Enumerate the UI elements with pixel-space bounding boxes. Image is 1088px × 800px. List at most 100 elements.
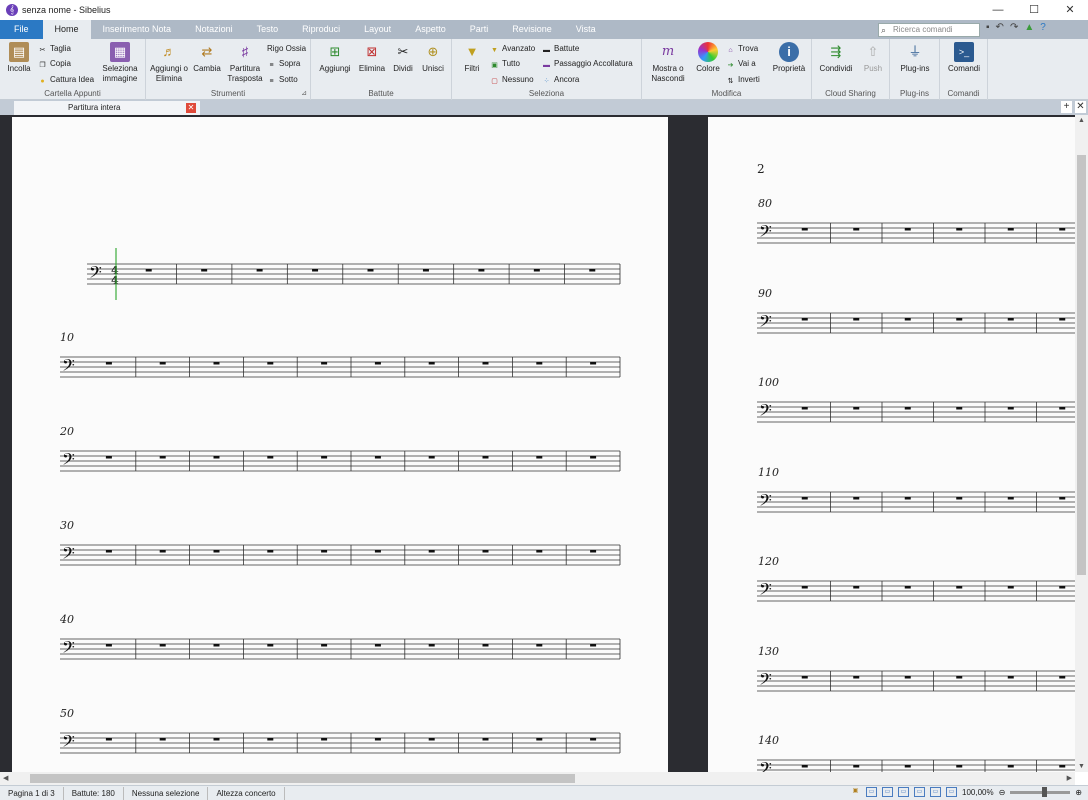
whole-rest[interactable] — [590, 550, 597, 553]
invert-button[interactable]: ⇅ Inverti — [726, 74, 760, 86]
whole-rest[interactable] — [267, 644, 274, 647]
plugins-button[interactable]: ⏚ Plug-ins — [896, 42, 934, 74]
horizontal-scroll-thumb[interactable] — [30, 774, 575, 783]
staff-system[interactable]: 𝄢 — [757, 758, 1075, 772]
whole-rest[interactable] — [482, 738, 489, 741]
ossia-above-button[interactable]: ≡ Sopra — [267, 58, 300, 70]
filters-button[interactable]: ▼ Filtri — [458, 42, 486, 74]
whole-rest[interactable] — [105, 550, 112, 553]
vertical-scroll-thumb[interactable] — [1077, 155, 1086, 575]
whole-rest[interactable] — [105, 456, 112, 459]
whole-rest[interactable] — [1007, 497, 1014, 500]
new-tab-button[interactable]: + — [1061, 101, 1072, 113]
staff-system[interactable]: 𝄢 — [757, 311, 1075, 335]
whole-rest[interactable] — [1059, 586, 1066, 589]
tab-notations[interactable]: Notazioni — [183, 20, 245, 39]
whole-rest[interactable] — [159, 738, 166, 741]
whole-rest[interactable] — [590, 644, 597, 647]
change-instrument-button[interactable]: ⇄ Cambia — [192, 42, 222, 74]
join-bar-button[interactable]: ⊕ Unisci — [419, 42, 447, 74]
help-icon[interactable]: ? — [1040, 22, 1046, 33]
whole-rest[interactable] — [482, 644, 489, 647]
whole-rest[interactable] — [853, 318, 860, 321]
whole-rest[interactable] — [213, 456, 220, 459]
vertical-scrollbar[interactable]: ▲ ▼ — [1075, 115, 1088, 772]
tab-appearance[interactable]: Aspetto — [403, 20, 458, 39]
whole-rest[interactable] — [159, 362, 166, 365]
staff-system[interactable]: 𝄢 — [60, 543, 621, 567]
document-tab-full-score[interactable]: Partitura intera ✕ — [14, 101, 200, 115]
tab-file[interactable]: File — [0, 20, 43, 39]
whole-rest[interactable] — [956, 586, 963, 589]
whole-rest[interactable] — [801, 765, 808, 768]
zoom-slider-knob[interactable] — [1042, 786, 1048, 797]
paste-button[interactable]: ▤ Incolla — [4, 42, 34, 74]
minimize-button[interactable]: — — [980, 0, 1016, 20]
whole-rest[interactable] — [213, 738, 220, 741]
push-button[interactable]: ⇧ Push — [860, 42, 886, 74]
whole-rest[interactable] — [536, 644, 543, 647]
whole-rest[interactable] — [267, 456, 274, 459]
advanced-filter-button[interactable]: ▼ Avanzato — [490, 43, 535, 55]
system-passage-button[interactable]: ▬ Passaggio Accollatura — [542, 58, 633, 70]
hardware-icon[interactable]: ▣ — [850, 787, 861, 797]
tab-play[interactable]: Riproduci — [290, 20, 352, 39]
whole-rest[interactable] — [1007, 676, 1014, 679]
whole-rest[interactable] — [428, 738, 435, 741]
whole-rest[interactable] — [1059, 676, 1066, 679]
tab-note-input[interactable]: Inserimento Nota — [91, 20, 184, 39]
whole-rest[interactable] — [213, 644, 220, 647]
whole-rest[interactable] — [256, 269, 263, 272]
whole-rest[interactable] — [904, 765, 911, 768]
whole-rest[interactable] — [213, 550, 220, 553]
staff-system[interactable]: 𝄢 — [757, 490, 1075, 514]
whole-rest[interactable] — [1007, 765, 1014, 768]
find-button[interactable]: ⌂ Trova — [726, 43, 758, 55]
whole-rest[interactable] — [904, 318, 911, 321]
tab-layout[interactable]: Layout — [352, 20, 403, 39]
show-hide-button[interactable]: m Mostra o Nascondi — [646, 42, 690, 84]
copy-button[interactable]: ❐ Copia — [38, 58, 71, 70]
whole-rest[interactable] — [321, 362, 328, 365]
zoom-slider[interactable] — [1010, 786, 1071, 797]
whole-rest[interactable] — [374, 738, 381, 741]
add-remove-instruments-button[interactable]: ♬ Aggiungi o Elimina — [150, 42, 188, 84]
spreads-view-icon[interactable]: ▭ — [882, 787, 893, 797]
redo-icon[interactable]: ↷ — [1010, 22, 1018, 33]
whole-rest[interactable] — [482, 456, 489, 459]
tab-text[interactable]: Testo — [245, 20, 291, 39]
whole-rest[interactable] — [853, 497, 860, 500]
whole-rest[interactable] — [536, 550, 543, 553]
staff-system[interactable]: 𝄢 — [60, 355, 621, 379]
ossia-below-button[interactable]: ≡ Sotto — [267, 74, 297, 86]
whole-rest[interactable] — [159, 550, 166, 553]
whole-rest[interactable] — [321, 456, 328, 459]
tab-review[interactable]: Revisione — [500, 20, 564, 39]
zoom-in-icon[interactable]: ⊕ — [1075, 788, 1082, 797]
share-button[interactable]: ⇶ Condividi — [816, 42, 856, 74]
whole-rest[interactable] — [374, 362, 381, 365]
score-page-2[interactable]: 2 80 𝄢 90 𝄢 100 𝄢 110 𝄢 120 𝄢 130 𝄢 140 𝄢 — [708, 117, 1075, 772]
whole-rest[interactable] — [367, 269, 374, 272]
select-bars-button[interactable]: ▬ Battute — [542, 43, 579, 55]
whole-rest[interactable] — [374, 644, 381, 647]
whole-rest[interactable] — [590, 456, 597, 459]
whole-rest[interactable] — [1007, 407, 1014, 410]
transposing-score-button[interactable]: ♯ Partitura Trasposta — [226, 42, 264, 84]
whole-rest[interactable] — [312, 269, 319, 272]
whole-rest[interactable] — [213, 362, 220, 365]
staff-system[interactable]: 𝄢 — [757, 669, 1075, 693]
whole-rest[interactable] — [422, 269, 429, 272]
whole-rest[interactable] — [536, 738, 543, 741]
staff-system[interactable]: 𝄢 — [60, 449, 621, 473]
whole-rest[interactable] — [482, 362, 489, 365]
whole-rest[interactable] — [145, 269, 152, 272]
whole-rest[interactable] — [105, 362, 112, 365]
whole-rest[interactable] — [1059, 765, 1066, 768]
whole-rest[interactable] — [1007, 586, 1014, 589]
page-view-icon[interactable]: ▭ — [866, 787, 877, 797]
whole-rest[interactable] — [590, 362, 597, 365]
whole-rest[interactable] — [428, 362, 435, 365]
whole-rest[interactable] — [801, 586, 808, 589]
score-workspace[interactable]: 𝄢 4 4 10 𝄢 20 𝄢 30 𝄢 40 𝄢 50 𝄢 2 80 𝄢 90 𝄢 100 𝄢 110 𝄢 120 𝄢 1… — [0, 115, 1075, 772]
